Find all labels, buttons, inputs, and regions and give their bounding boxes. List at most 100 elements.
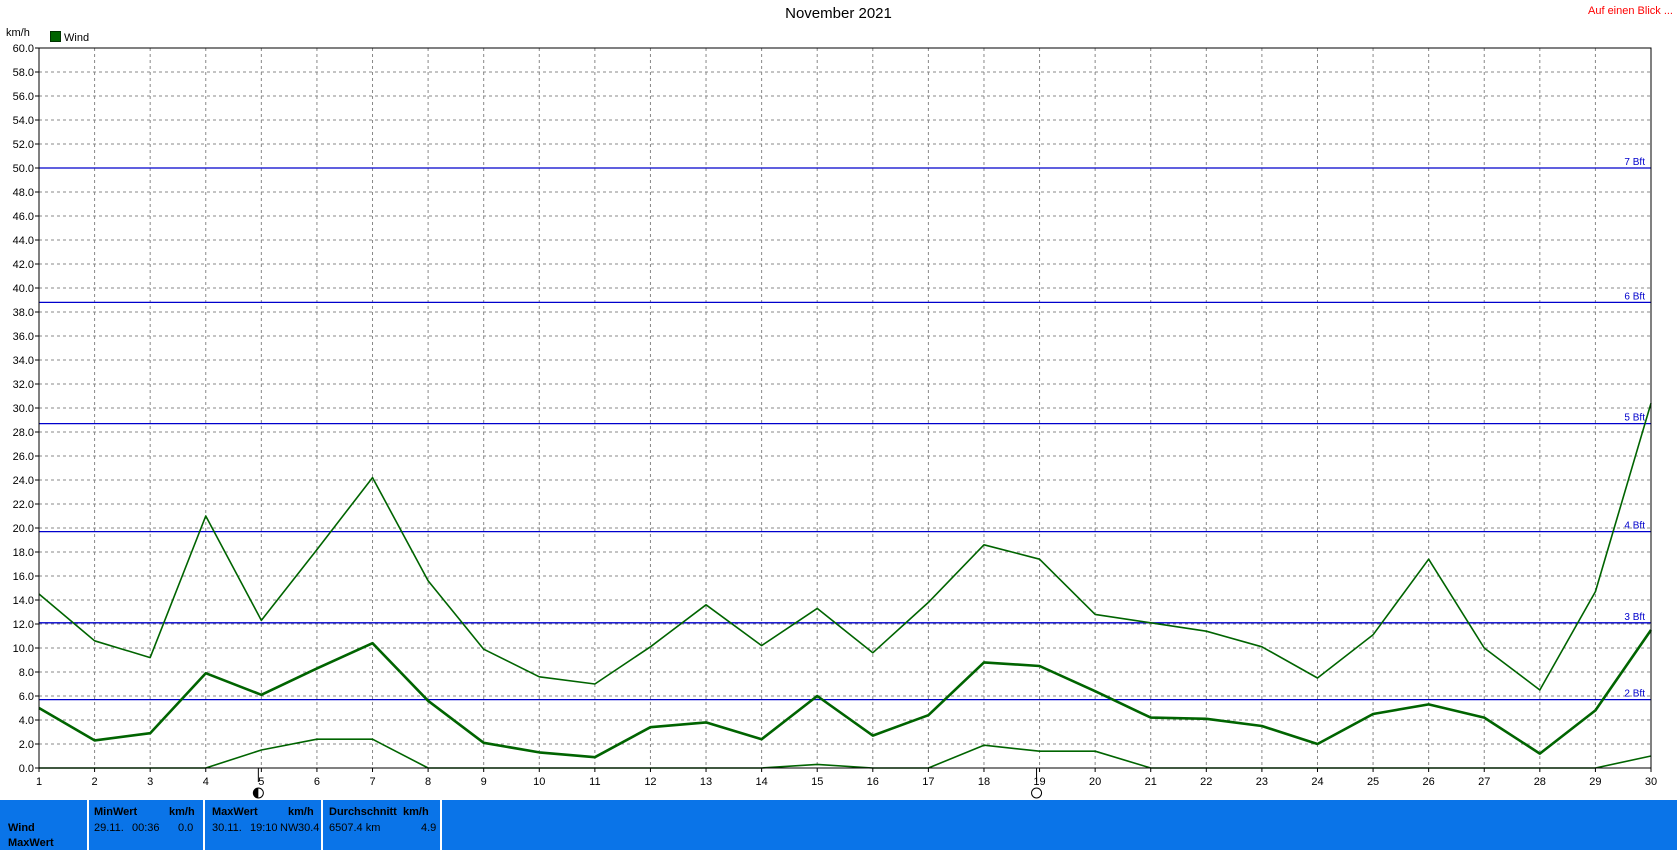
- divider: [203, 800, 205, 850]
- y-tick-label: 48.0: [13, 187, 34, 199]
- x-tick-label: 28: [1534, 776, 1546, 788]
- y-tick-label: 42.0: [13, 259, 34, 271]
- beaufort-label: 4 Bft: [1624, 521, 1645, 532]
- y-tick-label: 24.0: [13, 475, 34, 487]
- x-tick-label: 18: [978, 776, 990, 788]
- y-tick-label: 10.0: [13, 643, 34, 655]
- x-tick-label: 6: [314, 776, 320, 788]
- x-tick-label: 7: [369, 776, 375, 788]
- x-tick-label: 14: [755, 776, 767, 788]
- row-label-maxwert: MaxWert: [8, 837, 54, 849]
- x-tick-label: 30: [1645, 776, 1657, 788]
- x-tick-label: 16: [867, 776, 879, 788]
- row-label-wind: Wind: [8, 822, 35, 834]
- beaufort-label: 3 Bft: [1624, 612, 1645, 623]
- y-tick-label: 22.0: [13, 499, 34, 511]
- y-tick-label: 8.0: [19, 667, 34, 679]
- stats-avg: Durchschnitt km/h 6507.4 km 4.9: [329, 800, 439, 850]
- stats-panel: Wind MaxWert MinWert km/h 29.11. 00:36 0…: [0, 800, 1677, 850]
- legend: Wind: [50, 31, 89, 44]
- x-tick-label: 10: [533, 776, 545, 788]
- beaufort-lines: 2 Bft 3 Bft 4 Bft 5 Bft 6 Bft 7 Bft: [39, 157, 1651, 701]
- y-tick-label: 58.0: [13, 67, 34, 79]
- x-tick-label: 4: [203, 776, 209, 788]
- y-tick-label: 28.0: [13, 427, 34, 439]
- min-header: MinWert: [94, 806, 138, 818]
- chart-title: November 2021: [785, 5, 892, 22]
- x-axis-ticks: 1 2 3 4 5 6 7 8 9 10 11 12 13 14 15 16 17 18 19 20 21 22 23 24 2…: [36, 768, 1657, 788]
- x-tick-label: 20: [1089, 776, 1101, 788]
- x-tick-label: 1: [36, 776, 42, 788]
- legend-entry-wind: Wind: [64, 32, 90, 44]
- overview-link[interactable]: Auf einen Blick ...: [1588, 5, 1673, 17]
- x-tick-label: 25: [1367, 776, 1379, 788]
- grid: [38, 47, 1652, 769]
- y-tick-label: 60.0: [13, 43, 34, 55]
- y-tick-label: 56.0: [13, 91, 34, 103]
- beaufort-label: 2 Bft: [1624, 689, 1645, 700]
- avg-value: 4.9: [421, 822, 437, 834]
- beaufort-label: 6 Bft: [1624, 291, 1645, 302]
- y-tick-label: 4.0: [19, 715, 34, 727]
- series-lines: [38, 402, 1653, 769]
- y-tick-label: 32.0: [13, 379, 34, 391]
- y-tick-label: 44.0: [13, 235, 34, 247]
- y-tick-label: 18.0: [13, 547, 34, 559]
- y-tick-label: 0.0: [19, 763, 34, 775]
- y-tick-label: 12.0: [13, 619, 34, 631]
- stats-max: MaxWert km/h 30.11. 19:10 NW 30.4: [212, 800, 322, 850]
- y-tick-label: 54.0: [13, 115, 34, 127]
- x-tick-label: 24: [1311, 776, 1323, 788]
- x-tick-label: 3: [147, 776, 153, 788]
- x-tick-label: 27: [1478, 776, 1490, 788]
- y-axis-label: km/h: [6, 27, 30, 39]
- avg-distance: 6507.4 km: [329, 822, 381, 834]
- x-tick-label: 21: [1145, 776, 1157, 788]
- beaufort-label: 7 Bft: [1624, 157, 1645, 168]
- divider: [87, 800, 89, 850]
- max-value: 30.4: [298, 822, 320, 834]
- avg-header: Durchschnitt: [329, 806, 397, 818]
- min-unit: km/h: [169, 806, 195, 818]
- series-line-avg: [38, 629, 1653, 759]
- x-tick-label: 23: [1256, 776, 1268, 788]
- x-tick-label: 5: [258, 776, 264, 788]
- beaufort-label: 5 Bft: [1624, 413, 1645, 424]
- max-direction: NW: [280, 822, 299, 834]
- min-time: 00:36: [132, 822, 160, 834]
- stats-row-labels: Wind MaxWert: [8, 800, 86, 850]
- half-moon-shade: [253, 788, 259, 798]
- y-tick-label: 40.0: [13, 283, 34, 295]
- y-tick-label: 6.0: [19, 691, 34, 703]
- avg-unit: km/h: [403, 806, 429, 818]
- divider: [321, 800, 323, 850]
- min-date: 29.11.: [94, 822, 124, 834]
- legend-swatch: [50, 31, 61, 42]
- x-tick-label: 12: [644, 776, 656, 788]
- x-tick-label: 2: [92, 776, 98, 788]
- stats-min: MinWert km/h 29.11. 00:36 0.0: [94, 800, 200, 850]
- x-tick-label: 11: [589, 776, 600, 788]
- y-tick-label: 50.0: [13, 163, 34, 175]
- max-unit: km/h: [288, 806, 314, 818]
- y-tick-label: 14.0: [13, 595, 34, 607]
- full-moon-icon: [1031, 787, 1043, 799]
- x-tick-label: 26: [1423, 776, 1435, 788]
- y-tick-label: 26.0: [13, 451, 34, 463]
- x-tick-label: 29: [1589, 776, 1601, 788]
- max-header: MaxWert: [212, 806, 258, 818]
- x-tick-label: 19: [1033, 776, 1045, 788]
- y-tick-label: 36.0: [13, 331, 34, 343]
- y-axis-ticks: 0.0 2.0 4.0 6.0 8.0 10.0 12.0 14.0 16.0 18.0 20.0 2…: [13, 43, 39, 775]
- x-tick-label: 15: [811, 776, 823, 788]
- y-tick-label: 34.0: [13, 355, 34, 367]
- y-tick-label: 2.0: [19, 739, 34, 751]
- y-tick-label: 16.0: [13, 571, 34, 583]
- min-value: 0.0: [178, 822, 194, 834]
- divider: [440, 800, 442, 850]
- x-tick-label: 8: [425, 776, 431, 788]
- x-tick-label: 22: [1200, 776, 1212, 788]
- x-tick-label: 9: [481, 776, 487, 788]
- y-tick-label: 38.0: [13, 307, 34, 319]
- y-tick-label: 20.0: [13, 523, 34, 535]
